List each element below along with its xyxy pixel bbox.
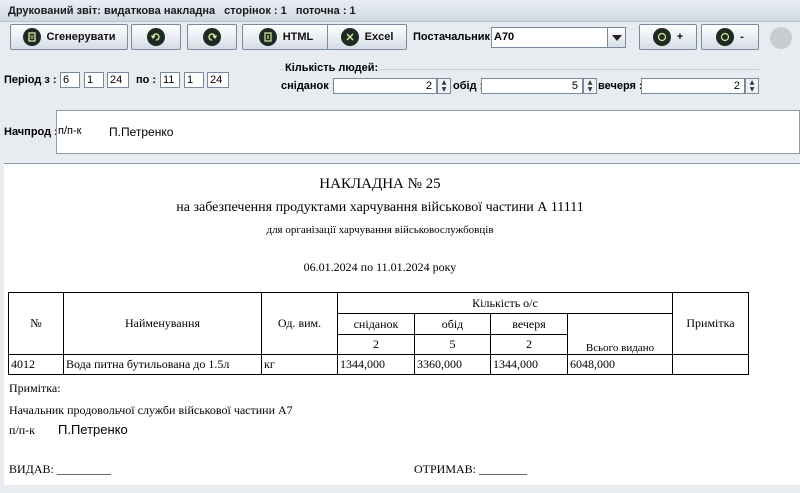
col-header-dinner: вечеря xyxy=(490,313,568,335)
from-year-field[interactable]: 24 xyxy=(107,72,129,88)
excel-icon xyxy=(340,28,359,46)
col-header-quantity: Кількість о/с xyxy=(337,292,673,314)
breakfast-people-count: 2 xyxy=(337,334,415,355)
col-header-no: № xyxy=(8,292,64,355)
remove-item-icon xyxy=(716,28,735,46)
current-page: поточна : 1 xyxy=(295,5,356,17)
cell-breakfast: 1344,000 xyxy=(337,354,415,375)
add-button-label: + xyxy=(676,31,684,43)
add-item-icon xyxy=(652,28,671,46)
generate-button[interactable]: Сгенерувати xyxy=(10,24,128,50)
window-bottom-edge xyxy=(0,485,800,493)
window-titlebar: Друкований звіт: видаткова накладна стор… xyxy=(0,0,800,22)
generate-button-label: Сгенерувати xyxy=(46,31,116,43)
excel-button-label: Excel xyxy=(364,31,394,43)
cell-no: 4012 xyxy=(8,354,64,375)
cell-unit: кг xyxy=(261,354,338,375)
html-export-button[interactable]: HTML xyxy=(242,24,330,50)
people-count-title: Кількість людей: xyxy=(283,62,381,74)
lunch-count-field[interactable]: 5 xyxy=(481,78,583,94)
cell-note xyxy=(672,354,749,375)
signer-rank: п/п-к xyxy=(9,423,36,437)
chief-rank: п/п-к xyxy=(58,125,82,137)
lunch-people-count: 5 xyxy=(414,334,491,355)
chief-name: П.Петренко xyxy=(109,125,174,139)
dinner-people-count: 2 xyxy=(490,334,568,355)
report-period: 06.01.2024 по 11.01.2024 року xyxy=(303,260,457,274)
breakfast-spinner[interactable]: ▲ ▼ xyxy=(437,78,451,94)
add-button[interactable]: + xyxy=(639,24,697,50)
report-title: НАКЛАДНА № 25 xyxy=(319,176,441,192)
window-title: Друкований звіт: видаткова накладна xyxy=(8,5,216,17)
toolbar: Сгенерувати HTML Excel Постачальник: + - xyxy=(0,22,800,52)
remove-button[interactable]: - xyxy=(701,24,759,50)
dinner-spinner[interactable]: ▲ ▼ xyxy=(745,78,759,94)
period-from-label: Період з : xyxy=(4,74,57,86)
col-header-name: Найменування xyxy=(63,292,262,355)
excel-export-button[interactable]: Excel xyxy=(327,24,407,50)
supplier-value: A70 xyxy=(494,31,515,43)
remove-button-label: - xyxy=(740,31,744,43)
generate-icon xyxy=(22,28,41,46)
signer-title: Начальник продовольчої служби військової… xyxy=(9,403,293,417)
html-button-label: HTML xyxy=(282,31,314,43)
report-preview: НАКЛАДНА № 25 на забезпечення продуктами… xyxy=(4,163,800,485)
redo-arrow-icon xyxy=(203,28,221,46)
pages-count: сторінок : 1 xyxy=(224,5,287,17)
signer-name: П.Петренко xyxy=(58,422,128,437)
from-day-field[interactable]: 6 xyxy=(60,72,80,88)
col-header-breakfast: сніданок xyxy=(337,313,415,335)
supplier-label: Постачальник: xyxy=(413,31,494,43)
supplier-select[interactable]: A70 xyxy=(491,27,626,48)
cell-dinner: 1344,000 xyxy=(490,354,568,375)
breakfast-count-field[interactable]: 2 xyxy=(333,78,437,94)
period-to-label: по : xyxy=(136,74,157,86)
back-button[interactable] xyxy=(131,24,181,50)
col-header-note: Примітка xyxy=(672,292,749,355)
col-header-total: Всього видано xyxy=(567,313,673,355)
issued-signature-line: ВИДАВ: _________ xyxy=(9,462,111,476)
html-icon xyxy=(258,28,277,46)
report-note-label: Примітка: xyxy=(9,381,61,395)
from-month-field[interactable]: 1 xyxy=(84,72,104,88)
dinner-count-field[interactable]: 2 xyxy=(641,78,745,94)
report-subtitle: на забезпечення продуктами харчування ві… xyxy=(176,200,584,215)
lunch-label: обід : xyxy=(453,80,484,92)
received-signature-line: ОТРИМАВ: ________ xyxy=(414,462,528,476)
disabled-action-icon xyxy=(770,27,792,49)
breakfast-label: сніданок : xyxy=(281,80,336,92)
report-subtitle-secondary: для організації харчування військовослуж… xyxy=(266,224,494,236)
col-header-lunch: обід xyxy=(414,313,491,335)
to-month-field[interactable]: 1 xyxy=(184,72,204,88)
to-day-field[interactable]: 11 xyxy=(160,72,180,88)
dinner-label: вечеря : xyxy=(598,80,643,92)
invoice-table: № Найменування Од. вим. Кількість о/с Пр… xyxy=(8,292,749,375)
to-year-field[interactable]: 24 xyxy=(207,72,229,88)
chief-memo-field[interactable]: п/п-к П.Петренко xyxy=(56,110,800,154)
cell-total: 6048,000 xyxy=(567,354,673,375)
cell-lunch: 3360,000 xyxy=(414,354,491,375)
cell-name: Вода питна бутильована до 1.5л xyxy=(63,354,262,375)
chevron-down-icon[interactable] xyxy=(607,28,625,47)
lunch-spinner[interactable]: ▲ ▼ xyxy=(583,78,597,94)
col-header-unit: Од. вим. xyxy=(261,292,338,355)
table-row: 4012 Вода питна бутильована до 1.5л кг 1… xyxy=(8,354,749,375)
chief-label: Начпрод : xyxy=(4,126,58,138)
forward-button[interactable] xyxy=(187,24,237,50)
undo-arrow-icon xyxy=(147,28,165,46)
